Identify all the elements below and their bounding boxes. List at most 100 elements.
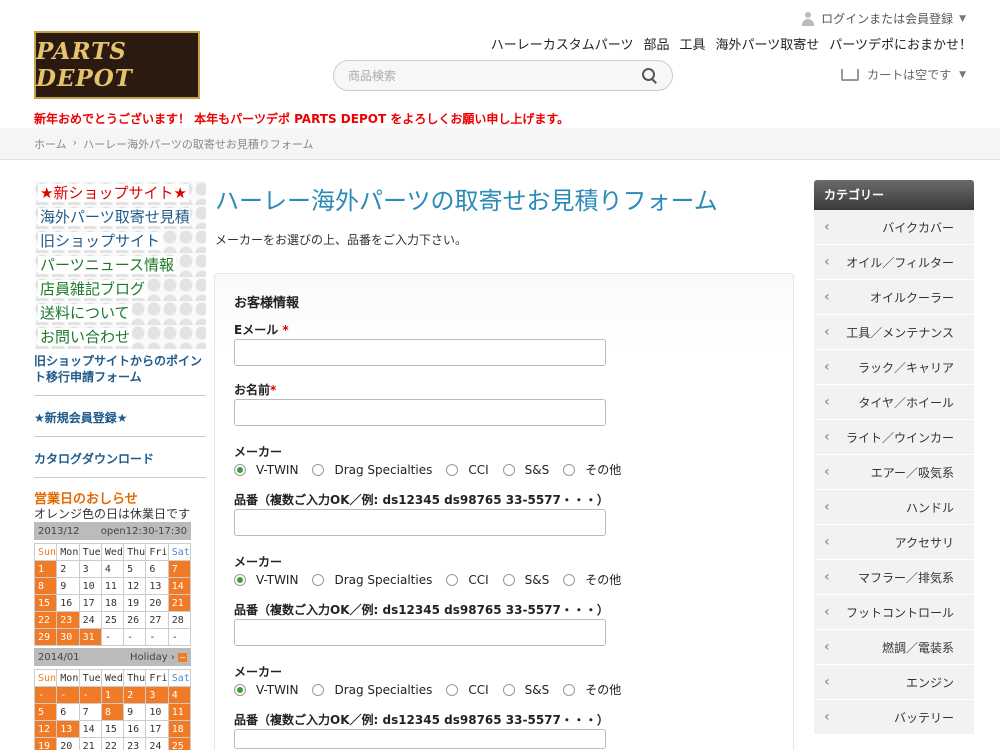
radio-button[interactable] bbox=[502, 683, 515, 696]
name-field[interactable] bbox=[234, 399, 606, 426]
radio-button[interactable] bbox=[312, 573, 325, 586]
calendar-nav-label[interactable]: Holiday bbox=[130, 652, 168, 663]
cart-icon bbox=[841, 68, 860, 81]
category-item[interactable]: ‹ 燃調／電装系 bbox=[814, 630, 974, 665]
link-label: パーツニュース情報 bbox=[38, 256, 176, 274]
chevron-down-icon: ▼ bbox=[959, 13, 966, 24]
link-point-transfer[interactable]: 旧ショップサイトからのポイント移行申請フォーム bbox=[34, 353, 206, 385]
category-item[interactable]: ‹ バッテリー bbox=[814, 700, 974, 735]
weekday-header: Mon bbox=[56, 543, 80, 561]
part-number-field[interactable] bbox=[234, 509, 606, 536]
maker-option-other[interactable]: その他 bbox=[563, 681, 621, 698]
option-label: その他 bbox=[585, 573, 622, 587]
maker-option-cci[interactable]: CCI bbox=[446, 463, 489, 477]
radio-button[interactable] bbox=[446, 573, 459, 586]
category-item[interactable]: ‹ エンジン bbox=[814, 665, 974, 700]
category-item[interactable]: ‹ オイルクーラー bbox=[814, 280, 974, 315]
maker-label: メーカー bbox=[234, 665, 283, 679]
maker-option-vtwin[interactable]: V-TWIN bbox=[234, 683, 298, 697]
option-label: S&S bbox=[524, 682, 550, 697]
radio-button[interactable] bbox=[563, 573, 576, 586]
weekday-header: Sun bbox=[33, 543, 58, 561]
link-overseas-estimate[interactable]: 海外パーツ取寄せ見積り bbox=[34, 205, 206, 250]
category-label: フットコントロール bbox=[845, 605, 954, 620]
breadcrumb-home[interactable]: ホーム bbox=[34, 136, 67, 152]
option-label: S&S bbox=[524, 462, 550, 477]
weekday-header: Thu bbox=[123, 669, 147, 687]
link-staff-blog[interactable]: 店員雑記ブログ bbox=[34, 277, 206, 301]
calendar-holiday: 31 bbox=[78, 628, 102, 646]
weekday-header: Sun bbox=[33, 669, 58, 687]
weekday-header: Tue bbox=[78, 669, 102, 687]
weekday-header: Thu bbox=[123, 543, 147, 561]
link-parts-news[interactable]: パーツニュース情報 bbox=[34, 253, 206, 277]
search-icon[interactable] bbox=[642, 67, 658, 84]
business-days-title: 営業日のおしらせ bbox=[34, 492, 138, 507]
radio-button[interactable] bbox=[234, 573, 246, 586]
maker-option-vtwin[interactable]: V-TWIN bbox=[234, 573, 298, 587]
maker-option-cci[interactable]: CCI bbox=[446, 683, 489, 697]
category-item[interactable]: ‹ タイヤ／ホイール bbox=[814, 385, 974, 420]
radio-button[interactable] bbox=[446, 683, 459, 696]
calendar-day: 10 bbox=[145, 703, 169, 721]
maker-option-ss[interactable]: S&S bbox=[502, 573, 549, 587]
category-item[interactable]: ‹ 工具／メンテナンス bbox=[814, 315, 974, 350]
chevron-right-icon[interactable]: › bbox=[171, 652, 175, 663]
part-number-field[interactable] bbox=[234, 729, 606, 749]
link-old-shop[interactable]: 旧ショップサイト bbox=[34, 229, 206, 253]
maker-option-vtwin[interactable]: V-TWIN bbox=[234, 463, 298, 477]
maker-option-drag[interactable]: Drag Specialties bbox=[312, 573, 432, 587]
business-days-desc: オレンジ色の日は休業日です bbox=[34, 507, 191, 521]
link-contact[interactable]: お問い合わせ bbox=[34, 325, 206, 349]
site-logo[interactable]: PARTS DEPOT bbox=[34, 31, 200, 99]
nav-custom-parts[interactable]: ハーレーカスタムパーツ bbox=[491, 34, 634, 53]
calendar-day: 2 bbox=[56, 560, 80, 578]
maker-option-drag[interactable]: Drag Specialties bbox=[312, 463, 432, 477]
link-new-shop[interactable]: ★新ショップサイト★ bbox=[34, 181, 206, 205]
calendar-holiday: 8 bbox=[33, 577, 58, 595]
category-item[interactable]: ‹ ラック／キャリア bbox=[814, 350, 974, 385]
category-item[interactable]: ‹ ライト／ウインカー bbox=[814, 420, 974, 455]
radio-button[interactable] bbox=[563, 683, 576, 696]
category-item[interactable]: ‹ エアー／吸気系 bbox=[814, 455, 974, 490]
radio-button[interactable] bbox=[234, 683, 246, 696]
nav-leave-it[interactable]: パーツデポにおまかせ！ bbox=[829, 34, 972, 53]
login-menu[interactable]: ログインまたは会員登録 ▼ bbox=[801, 10, 966, 27]
category-item[interactable]: ‹ フットコントロール bbox=[814, 595, 974, 630]
category-item[interactable]: ‹ バイクカバー bbox=[814, 210, 974, 245]
calendar-holiday: 11 bbox=[167, 703, 192, 721]
email-label: Eメール * bbox=[234, 321, 289, 338]
link-catalog-download[interactable]: カタログダウンロード bbox=[34, 451, 206, 467]
nav-overseas-order[interactable]: 海外パーツ取寄せ bbox=[716, 34, 820, 53]
collapse-icon[interactable]: − bbox=[178, 652, 187, 662]
link-shipping[interactable]: 送料について bbox=[34, 301, 206, 325]
radio-button[interactable] bbox=[502, 573, 515, 586]
maker-option-ss[interactable]: S&S bbox=[502, 682, 550, 697]
email-field[interactable] bbox=[234, 339, 606, 366]
calendar-holiday: 22 bbox=[33, 611, 58, 629]
maker-option-ss[interactable]: S&S bbox=[502, 462, 550, 477]
part-number-field[interactable] bbox=[234, 619, 606, 646]
calendar-holiday: 15 bbox=[33, 594, 58, 612]
calendar-day: 20 bbox=[56, 737, 80, 750]
radio-button[interactable] bbox=[563, 463, 576, 476]
nav-tools[interactable]: 工具 bbox=[679, 34, 705, 53]
radio-button[interactable] bbox=[502, 463, 515, 476]
maker-option-drag[interactable]: Drag Specialties bbox=[312, 683, 432, 697]
nav-parts[interactable]: 部品 bbox=[643, 34, 669, 53]
maker-option-cci[interactable]: CCI bbox=[446, 573, 489, 587]
radio-button[interactable] bbox=[312, 463, 325, 476]
maker-option-other[interactable]: その他 bbox=[563, 461, 621, 478]
radio-button[interactable] bbox=[446, 463, 459, 476]
category-item[interactable]: ‹ マフラー／排気系 bbox=[814, 560, 974, 595]
radio-button[interactable] bbox=[312, 683, 325, 696]
calendar-day: 16 bbox=[56, 594, 80, 612]
maker-option-other[interactable]: その他 bbox=[563, 571, 621, 588]
category-item[interactable]: ‹ オイル／フィルター bbox=[814, 245, 974, 280]
category-item[interactable]: ‹ ハンドル bbox=[814, 490, 974, 525]
link-register[interactable]: ★新規会員登録★ bbox=[34, 410, 206, 426]
category-item[interactable]: ‹ アクセサリ bbox=[814, 525, 974, 560]
search-input[interactable] bbox=[348, 68, 642, 83]
radio-button[interactable] bbox=[234, 463, 246, 476]
cart-menu[interactable]: カートは空です ▼ bbox=[841, 66, 966, 83]
